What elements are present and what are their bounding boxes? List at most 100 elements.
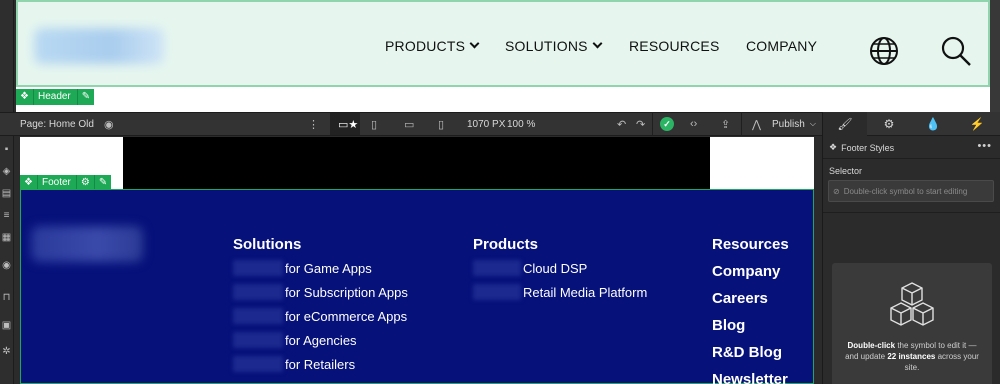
redo-icon[interactable]: ↷ xyxy=(636,113,645,135)
footer-link-rd-blog[interactable]: R&D Blog xyxy=(712,344,782,361)
selector-placeholder: Double-click symbol to start editing xyxy=(843,186,968,196)
chevron-down-icon xyxy=(469,38,480,48)
link-text: Cloud DSP xyxy=(523,260,588,276)
symbol-icon: ❖ xyxy=(16,89,34,105)
toolbar-divider xyxy=(741,113,742,135)
mobile-portrait-icon[interactable]: ▯ xyxy=(438,113,444,135)
info-bold: Double-click xyxy=(847,341,896,350)
nav-item-resources[interactable]: RESOURCES xyxy=(629,2,719,89)
nav-label: SOLUTIONS xyxy=(505,37,588,54)
publish-button[interactable]: Publish ⌵ xyxy=(772,113,816,135)
link-text: for Subscription Apps xyxy=(285,284,408,300)
tab-interactions-bolt-icon[interactable]: ⚡ xyxy=(955,112,999,136)
footer-symbol[interactable]: Solutions for Game Apps for Subscription… xyxy=(20,189,814,384)
chevron-down-icon xyxy=(592,38,603,48)
symbol-info-text: Double-click the symbol to edit it — and… xyxy=(842,340,982,373)
search-icon[interactable] xyxy=(940,35,972,67)
users-icon[interactable]: ▣ xyxy=(1,320,12,331)
page-selector[interactable]: Page: Home Old xyxy=(20,113,94,135)
assets-icon[interactable]: ▦ xyxy=(1,232,12,243)
ecommerce-icon[interactable]: ⊓ xyxy=(1,292,12,303)
footer-link[interactable]: for Game Apps xyxy=(233,260,372,276)
share-icon[interactable]: ⇪ xyxy=(721,113,730,135)
link-text: Retail Media Platform xyxy=(523,284,648,300)
footer-link-newsletter[interactable]: Newsletter xyxy=(712,371,788,384)
footer-link[interactable]: for Agencies xyxy=(233,332,357,348)
style-panel: 🖌 ⚙ 💧 ⚡ ❖ Footer Styles ••• Selector ⊘ D… xyxy=(822,112,1000,384)
add-panel-icon[interactable]: ▪ xyxy=(1,144,12,155)
tab-interactions-drops-icon[interactable]: 💧 xyxy=(911,112,955,136)
code-export-icon[interactable]: ‹› xyxy=(690,113,697,135)
navigator-icon[interactable]: ≡ xyxy=(1,210,12,221)
panel-title-text: Footer Styles xyxy=(841,142,895,153)
desktop-breakpoint-icon[interactable]: ▭★ xyxy=(338,113,358,135)
nav-label: PRODUCTS xyxy=(385,37,466,54)
preview-eye-icon[interactable]: ◉ xyxy=(104,113,114,135)
more-vertical-icon[interactable]: ⋮ xyxy=(308,113,319,135)
pages-icon[interactable]: ▤ xyxy=(1,188,12,199)
footer-link-blog[interactable]: Blog xyxy=(712,317,745,334)
canvas-gutter xyxy=(814,137,822,384)
publish-rocket-icon: ⋀ xyxy=(752,118,762,131)
webflow-designer: V ▪ ◈ ▤ ≡ ▦ ◉ ⊓ ▣ ✲ PRODUCTS SOLUTIONS R… xyxy=(0,0,1000,384)
nav-item-solutions[interactable]: SOLUTIONS xyxy=(505,2,603,89)
scroll-strip xyxy=(990,0,1000,112)
mobile-landscape-icon[interactable]: ▭ xyxy=(404,113,414,135)
nav-label: RESOURCES xyxy=(629,37,720,54)
selector-label: Selector xyxy=(829,166,863,176)
symbol-name: Header xyxy=(34,89,78,105)
header-canvas: PRODUCTS SOLUTIONS RESOURCES COMPANY ❖ H… xyxy=(16,0,990,112)
publish-label: Publish xyxy=(772,118,805,130)
tablet-breakpoint-icon[interactable]: ▯ xyxy=(371,113,377,135)
nav-label: COMPANY xyxy=(746,37,818,54)
chevron-down-icon: ⌵ xyxy=(809,119,816,128)
link-text: for Game Apps xyxy=(285,260,372,276)
more-options-icon[interactable]: ••• xyxy=(977,140,992,152)
cms-icon[interactable]: ◉ xyxy=(1,260,12,271)
header-logo[interactable] xyxy=(34,28,164,64)
header-symbol[interactable]: PRODUCTS SOLUTIONS RESOURCES COMPANY xyxy=(16,0,990,87)
tab-style-brush-icon[interactable]: 🖌 xyxy=(823,112,867,136)
divider xyxy=(823,158,1000,159)
toolbar-divider xyxy=(652,113,653,135)
page-canvas: ❖ Footer ⚙ ✎ Solutions for Game Apps for… xyxy=(20,137,814,384)
footer-link[interactable]: Retail Media Platform xyxy=(473,284,647,300)
link-text: for Agencies xyxy=(285,332,357,348)
footer-logo[interactable] xyxy=(31,226,143,262)
canvas-width: 1070 PX xyxy=(467,113,505,135)
left-toolbar: V ▪ ◈ ▤ ≡ ▦ ◉ ⊓ ▣ ✲ xyxy=(0,0,14,384)
globe-icon[interactable] xyxy=(868,35,900,67)
page-label: Page: Home Old xyxy=(20,118,94,130)
footer-link[interactable]: Cloud DSP xyxy=(473,260,587,276)
dark-section[interactable] xyxy=(123,137,710,189)
footer-link-careers[interactable]: Careers xyxy=(712,290,768,307)
designer-toolbar: Page: Home Old ◉ ⋮ ▭★ ▯ ▭ ▯ 1070 PX 100 … xyxy=(0,112,822,136)
footer-link[interactable]: for Retailers xyxy=(233,356,355,372)
link-text: for Retailers xyxy=(285,356,356,372)
tab-settings-gear-icon[interactable]: ⚙ xyxy=(867,112,911,136)
footer-heading-solutions: Solutions xyxy=(233,236,302,253)
nav-item-products[interactable]: PRODUCTS xyxy=(385,2,480,89)
zoom-label: 100 % xyxy=(507,118,536,130)
undo-icon[interactable]: ↶ xyxy=(617,113,626,135)
settings-icon[interactable]: ✲ xyxy=(1,346,12,357)
saved-status-check-icon: ✓ xyxy=(660,113,674,135)
panel-tabs: 🖌 ⚙ 💧 ⚡ xyxy=(823,112,1000,136)
canvas-width-label: 1070 PX xyxy=(467,118,506,130)
info-bold: 22 instances xyxy=(887,352,936,361)
panel-title: ❖ Footer Styles xyxy=(829,142,894,153)
divider xyxy=(823,212,1000,213)
footer-heading-products: Products xyxy=(473,236,539,253)
edit-pencil-icon[interactable]: ✎ xyxy=(78,89,94,105)
footer-link-company[interactable]: Company xyxy=(712,263,780,280)
header-symbol-tag[interactable]: ❖ Header ✎ xyxy=(16,89,95,105)
footer-link-resources[interactable]: Resources xyxy=(712,236,789,253)
nav-item-company[interactable]: COMPANY xyxy=(746,2,817,89)
symbol-info-card: Double-click the symbol to edit it — and… xyxy=(832,263,992,384)
footer-link[interactable]: for eCommerce Apps xyxy=(233,308,407,324)
symbols-icon[interactable]: ◈ xyxy=(1,166,12,177)
selector-field[interactable]: ⊘ Double-click symbol to start editing xyxy=(828,180,994,202)
link-text: for eCommerce Apps xyxy=(285,308,408,324)
footer-link[interactable]: for Subscription Apps xyxy=(233,284,408,300)
disabled-circle-icon: ⊘ xyxy=(833,186,840,196)
